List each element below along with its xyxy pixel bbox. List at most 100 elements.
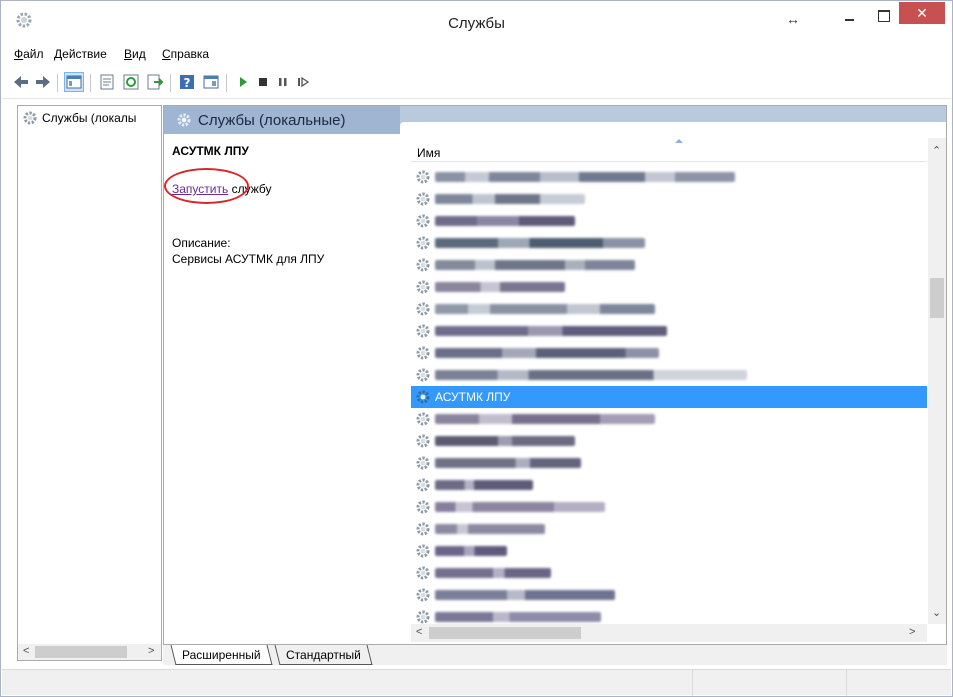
properties-icon[interactable] [98, 73, 116, 91]
window-title: Службы [448, 15, 505, 32]
resize-icon: ↔ [786, 11, 800, 27]
list-item[interactable] [411, 320, 927, 342]
maximize-button[interactable] [867, 5, 899, 27]
pane-header-title: Службы (локальные) [198, 111, 346, 129]
list-horizontal-scrollbar[interactable]: < > [411, 624, 927, 642]
tree-node-services-local[interactable]: Службы (локалы [22, 109, 136, 127]
service-gear-icon [416, 544, 430, 558]
service-gear-icon [416, 500, 430, 514]
service-gear-icon [416, 610, 430, 624]
scroll-right-icon[interactable]: > [148, 645, 154, 657]
service-gear-icon [416, 588, 430, 602]
minimize-button[interactable] [833, 5, 865, 27]
service-gear-icon [416, 280, 430, 294]
svg-text:?: ? [184, 76, 191, 90]
service-gear-icon [416, 170, 430, 184]
scroll-right-icon[interactable]: > [909, 626, 915, 638]
selected-service-label: АСУТМК ЛПУ [435, 390, 511, 404]
services-window: Службы ↔ ✕ Файл Действие Вид Справка ? С… [0, 0, 953, 697]
tab-standard[interactable]: Стандартный [274, 645, 373, 665]
list-item[interactable] [411, 496, 927, 518]
scroll-left-icon[interactable]: < [23, 645, 29, 657]
menu-file[interactable]: Файл [14, 47, 44, 61]
menu-view[interactable]: Вид [124, 47, 146, 61]
list-item[interactable] [411, 232, 927, 254]
start-service-line: Запустить службу [164, 168, 271, 204]
selected-service-name: АСУТМК ЛПУ [172, 144, 249, 158]
scroll-up-icon[interactable]: ⌃ [932, 144, 941, 157]
list-item[interactable] [411, 474, 927, 496]
help-icon[interactable]: ? [178, 73, 196, 91]
scrollbar-thumb[interactable] [429, 627, 581, 639]
list-item[interactable] [411, 166, 927, 188]
refresh-icon[interactable] [122, 73, 140, 91]
service-gear-icon [416, 478, 430, 492]
pause-service-icon[interactable] [274, 73, 292, 91]
scroll-left-icon[interactable]: < [416, 626, 422, 638]
highlight-circle [164, 168, 249, 204]
tree-horizontal-scrollbar[interactable]: < > [17, 644, 162, 661]
service-gear-icon [416, 258, 430, 272]
service-gear-icon [416, 368, 430, 382]
services-gear-icon [23, 111, 37, 125]
sort-ascending-icon [675, 139, 683, 143]
tab-extended[interactable]: Расширенный [170, 645, 273, 665]
list-item[interactable] [411, 188, 927, 210]
view-tabs: Расширенный Стандартный [163, 645, 947, 665]
forward-icon[interactable] [34, 73, 52, 91]
status-bar [2, 669, 951, 696]
service-gear-icon [416, 456, 430, 470]
list-item[interactable] [411, 430, 927, 452]
list-item[interactable] [411, 342, 927, 364]
service-gear-icon [416, 566, 430, 580]
service-gear-icon [416, 236, 430, 250]
list-item[interactable] [411, 276, 927, 298]
menu-help[interactable]: Справка [162, 47, 209, 61]
export-list-icon[interactable] [146, 73, 164, 91]
start-service-icon[interactable] [234, 73, 252, 91]
services-pane: Службы (локальные) АСУТМК ЛПУ Запустить … [163, 105, 947, 645]
list-item-selected[interactable]: АСУТМК ЛПУ [411, 386, 927, 408]
restart-service-icon[interactable] [294, 73, 312, 91]
column-header-name[interactable]: Имя [411, 138, 927, 162]
list-item[interactable] [411, 562, 927, 584]
back-icon[interactable] [12, 73, 30, 91]
close-button[interactable]: ✕ [899, 2, 945, 24]
console-tree: Службы (локалы [17, 105, 162, 645]
list-item[interactable] [411, 540, 927, 562]
service-gear-icon [416, 192, 430, 206]
service-gear-icon [416, 522, 430, 536]
service-gear-icon [416, 214, 430, 228]
stop-service-icon[interactable] [254, 73, 272, 91]
console-tree-icon[interactable] [64, 72, 84, 92]
pane-header: Службы (локальные) [164, 106, 946, 134]
list-item[interactable] [411, 606, 927, 624]
service-gear-icon [416, 346, 430, 360]
description-label: Описание: [172, 236, 231, 250]
service-gear-icon [416, 324, 430, 338]
services-gear-icon [177, 113, 191, 127]
list-vertical-scrollbar[interactable]: ⌃ ⌄ [928, 138, 946, 624]
list-item[interactable] [411, 254, 927, 276]
toolbar: ? [2, 67, 951, 99]
list-item[interactable] [411, 298, 927, 320]
list-item[interactable] [411, 584, 927, 606]
service-gear-icon [416, 434, 430, 448]
list-item[interactable] [411, 364, 927, 386]
scrollbar-thumb[interactable] [35, 646, 127, 658]
title-bar: Службы ↔ ✕ [1, 1, 952, 41]
menu-bar: Файл Действие Вид Справка [2, 43, 951, 65]
list-item[interactable] [411, 408, 927, 430]
show-action-pane-icon[interactable] [202, 73, 220, 91]
scrollbar-thumb[interactable] [930, 278, 944, 318]
service-gear-icon [416, 302, 430, 316]
list-item[interactable] [411, 452, 927, 474]
scroll-down-icon[interactable]: ⌄ [932, 606, 941, 619]
list-item[interactable] [411, 210, 927, 232]
menu-action[interactable]: Действие [54, 47, 107, 61]
service-details: АСУТМК ЛПУ Запустить службу Описание: Се… [164, 144, 397, 266]
tree-node-label: Службы (локалы [42, 111, 137, 125]
list-item[interactable] [411, 518, 927, 540]
service-gear-icon [416, 412, 430, 426]
services-list: Имя АСУТМК ЛПУ [411, 138, 927, 624]
